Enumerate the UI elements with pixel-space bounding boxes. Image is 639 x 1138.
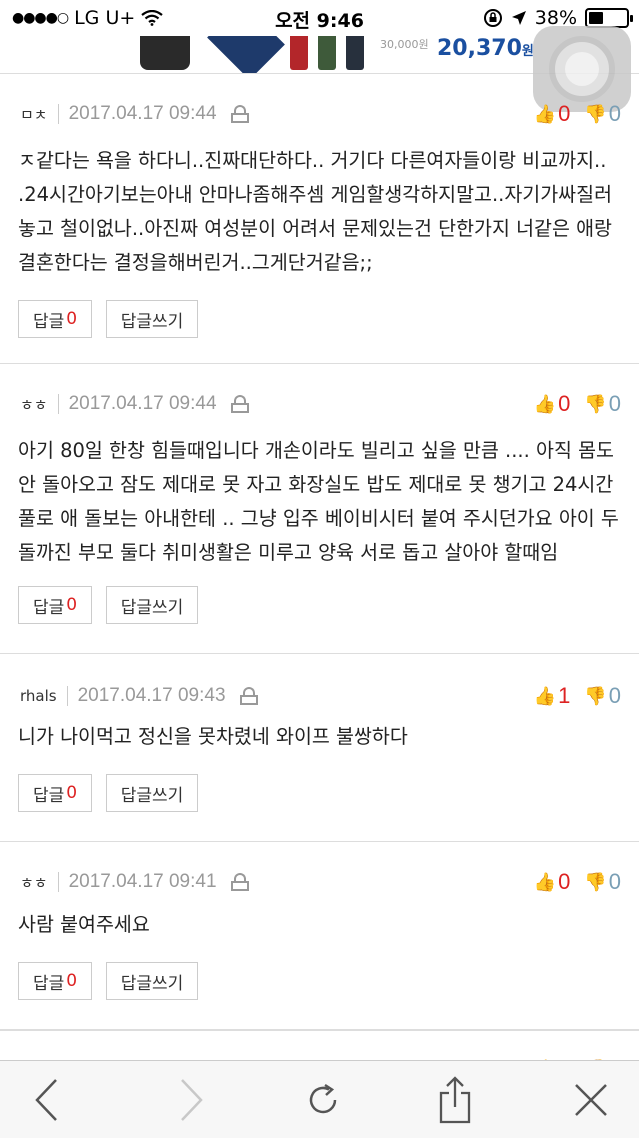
comment-meta: ㅁㅊ 2017.04.17 09:44	[20, 102, 249, 126]
write-reply-button[interactable]: 답글쓰기	[106, 774, 198, 812]
vote-group: 👍 0 👎 0	[534, 869, 621, 895]
ad-watch-image	[140, 36, 190, 70]
ad-old-price: 30,000원	[380, 38, 429, 51]
downvote-count: 0	[608, 391, 621, 416]
comment-text: ㅈ같다는 욕을 하다니..진짜대단하다.. 거기다 다른여자들이랑 비교까지..…	[18, 149, 613, 274]
reload-button[interactable]	[298, 1075, 348, 1125]
lock-icon	[239, 687, 258, 705]
share-button[interactable]	[430, 1075, 480, 1125]
downvote-count: 0	[608, 683, 621, 708]
thumbs-down-icon: 👎	[584, 871, 607, 892]
chevron-left-icon	[35, 1079, 57, 1121]
downvote-button[interactable]: 👎0	[584, 391, 621, 417]
reply-count: 0	[66, 309, 78, 329]
reply-label: 답글	[32, 597, 65, 618]
comment-item: ㅎㅎ 2017.04.17 09:44 👍 0 👎 0 아기 80일 한창 힘들때입…	[0, 364, 639, 654]
comment-actions: 답글 0 답글쓰기	[18, 300, 198, 338]
downvote-count: 0	[608, 869, 621, 894]
comment-text: 니가 나이먹고 정신을 못차렸네 와이프 불쌍하다	[18, 725, 408, 748]
vote-group: 👍1 👎0	[534, 683, 621, 709]
thumbs-up-icon: 👍	[533, 685, 557, 706]
reply-count: 0	[66, 783, 78, 803]
meta-divider	[57, 394, 59, 414]
downvote-count: 0	[608, 101, 621, 126]
ad-product-image	[346, 36, 364, 70]
meta-divider	[57, 104, 59, 124]
comment-date: 2017.04.17 09:44	[68, 103, 217, 124]
thumbs-up-icon: 👍	[533, 393, 557, 414]
vote-group: 👍 0 👎 0	[534, 101, 621, 127]
reply-count-button[interactable]: 답글 0	[18, 962, 92, 1000]
write-reply-button[interactable]: 답글쓰기	[106, 300, 198, 338]
comment-author[interactable]: rhals	[20, 687, 57, 705]
lock-icon	[230, 395, 249, 413]
comment-actions: 답글 0 답글쓰기	[18, 774, 198, 812]
comment-text: 아기 80일 한창 힘들때입니다 개손이라도 빌리고 싶을 만큼 .... 아직…	[18, 439, 619, 564]
reply-label: 답글	[32, 785, 65, 806]
comment-actions: 답글 0 답글쓰기	[18, 586, 198, 624]
reply-count: 0	[66, 595, 78, 615]
forward-button[interactable]	[166, 1075, 216, 1125]
battery-fill	[589, 12, 603, 24]
write-reply-button[interactable]: 답글쓰기	[106, 962, 198, 1000]
share-icon	[439, 1076, 471, 1124]
comment-author[interactable]: ㅎㅎ	[20, 394, 48, 415]
upvote-count: 0	[558, 101, 571, 126]
upvote-count: 1	[558, 683, 571, 708]
meta-divider	[57, 872, 59, 892]
comment-meta: rhals 2017.04.17 09:43	[20, 684, 258, 708]
comment-text: 사람 붙여주세요	[18, 913, 150, 936]
comment-meta: ㅎㅎ 2017.04.17 09:44	[20, 392, 249, 416]
chevron-right-icon	[181, 1079, 203, 1121]
back-button[interactable]	[22, 1075, 72, 1125]
reply-count-button[interactable]: 답글 0	[18, 774, 92, 812]
ad-product-image	[318, 36, 336, 70]
downvote-button[interactable]: 👎0	[584, 101, 621, 127]
comment-author[interactable]: ㅁㅊ	[20, 104, 48, 125]
lock-icon	[230, 873, 249, 891]
upvote-count: 0	[558, 869, 571, 894]
close-tab-button[interactable]	[566, 1075, 616, 1125]
thumbs-up-icon: 👍	[533, 103, 557, 124]
comment-author[interactable]: ㅎㅎ	[20, 872, 48, 893]
thumbs-down-icon: 👎	[584, 393, 607, 414]
downvote-button[interactable]: 👎0	[584, 683, 621, 709]
upvote-button[interactable]: 👍1	[534, 683, 571, 709]
reply-count: 0	[66, 971, 78, 991]
thumbs-down-icon: 👎	[584, 685, 607, 706]
meta-divider	[66, 686, 68, 706]
comment-actions: 답글 0 답글쓰기	[18, 962, 198, 1000]
reply-label: 답글	[32, 311, 65, 332]
write-reply-button[interactable]: 답글쓰기	[106, 586, 198, 624]
comment-meta: ㅎㅎ 2017.04.17 09:41	[20, 870, 249, 894]
close-icon	[575, 1084, 607, 1116]
comment-item: ㅎㅎ 2017.04.17 09:41 👍 0 👎 0 사람 붙여주세요 답글 0 답…	[0, 842, 639, 1030]
thumbs-down-icon: 👎	[584, 103, 607, 124]
thumbs-up-icon: 👍	[533, 871, 557, 892]
vote-group: 👍 0 👎 0	[534, 391, 621, 417]
rotation-lock-icon	[483, 9, 502, 27]
reply-count-button[interactable]: 답글 0	[18, 586, 92, 624]
upvote-button[interactable]: 👍 0	[534, 101, 571, 127]
ad-price-value: 20,370	[437, 36, 522, 61]
reload-icon	[309, 1083, 337, 1114]
ad-bag-image	[207, 36, 285, 73]
browser-toolbar	[0, 1060, 639, 1138]
downvote-button[interactable]: 👎0	[584, 869, 621, 895]
upvote-count: 0	[558, 391, 571, 416]
lock-icon	[230, 105, 249, 123]
reply-label: 답글	[32, 973, 65, 994]
reply-count-button[interactable]: 답글 0	[18, 300, 92, 338]
location-arrow-icon	[511, 11, 526, 25]
comment-item: ㅁㅊ 2017.04.17 09:44 👍 0 👎 0 ㅈ같다는 욕을 하다니..진…	[0, 74, 639, 364]
upvote-button[interactable]: 👍 0	[534, 869, 571, 895]
ad-product-image	[290, 36, 308, 70]
upvote-button[interactable]: 👍 0	[534, 391, 571, 417]
comment-date: 2017.04.17 09:44	[68, 393, 217, 414]
comment-date: 2017.04.17 09:41	[68, 871, 217, 892]
comment-item: rhals 2017.04.17 09:43 👍 1 👎 0 니가 나이먹고 정신을…	[0, 654, 639, 842]
ad-price: 20,370원	[437, 36, 534, 61]
battery-icon	[585, 8, 633, 28]
comment-date: 2017.04.17 09:43	[77, 685, 226, 706]
